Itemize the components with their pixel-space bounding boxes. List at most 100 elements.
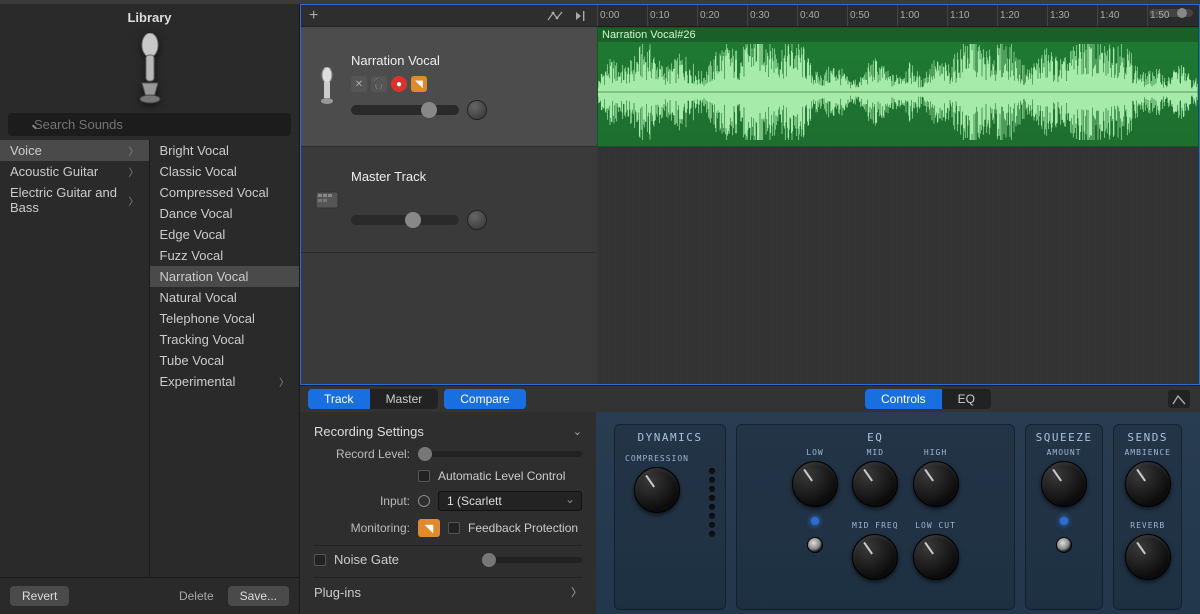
fx-group-squeeze: SQUEEZE AMOUNT: [1025, 424, 1104, 610]
recording-settings-header[interactable]: Recording Settings ⌄: [314, 420, 582, 443]
ruler-tick: 0:40: [797, 5, 819, 26]
microphone-icon: [132, 33, 168, 105]
fx-group-dynamics: DYNAMICS COMPRESSION: [614, 424, 726, 610]
library-patch-column: Bright Vocal Classic Vocal Compressed Vo…: [150, 140, 300, 577]
feedback-protection-checkbox[interactable]: [448, 522, 460, 534]
input-channel-icon[interactable]: [418, 495, 430, 507]
save-button[interactable]: Save...: [228, 586, 289, 606]
library-patch[interactable]: Telephone Vocal: [150, 308, 300, 329]
chevron-right-icon: 〉: [129, 193, 139, 208]
noise-gate-slider[interactable]: [482, 557, 582, 563]
chevron-right-icon: 〉: [129, 164, 139, 179]
squeeze-jack-icon: [1056, 537, 1072, 553]
squeeze-led-icon: [1060, 517, 1068, 525]
eq-lowcut-knob[interactable]: [913, 534, 959, 580]
feedback-protection-label: Feedback Protection: [468, 521, 578, 535]
ruler-tick: 0:30: [747, 5, 769, 26]
inspector-settings-icon[interactable]: [1168, 390, 1190, 408]
library-category-electric-guitar-bass[interactable]: Electric Guitar and Bass〉: [0, 182, 149, 218]
timeline-ruler[interactable]: 0:000:100:200:300:400:501:001:101:201:30…: [597, 5, 1199, 27]
library-patch[interactable]: Dance Vocal: [150, 203, 300, 224]
track-name: Master Track: [351, 169, 585, 184]
ruler-tick: 1:10: [947, 5, 969, 26]
dynamics-meter: [709, 454, 715, 537]
track-icon-master: [313, 191, 341, 209]
record-level-slider[interactable]: [418, 451, 582, 457]
track-row-narration[interactable]: Narration Vocal ✕ 🎧 ● ◥: [301, 27, 597, 147]
chevron-right-icon: 〉: [129, 143, 139, 158]
arrange-area[interactable]: 0:000:100:200:300:400:501:001:101:201:30…: [597, 5, 1199, 384]
input-monitor-button[interactable]: ◥: [411, 76, 427, 92]
ruler-tick: 0:10: [647, 5, 669, 26]
eq-led-icon: [811, 517, 819, 525]
revert-button[interactable]: Revert: [10, 586, 69, 606]
waveform-icon: [598, 42, 1198, 142]
audio-region[interactable]: Narration Vocal#26: [597, 27, 1199, 147]
add-track-button[interactable]: +: [309, 7, 318, 25]
track-header-list: + Narration Vocal: [301, 5, 597, 384]
patch-preview-image: [0, 29, 299, 109]
noise-gate-label: Noise Gate: [334, 552, 399, 567]
library-patch[interactable]: Experimental〉: [150, 371, 300, 392]
ruler-tick: 0:50: [847, 5, 869, 26]
library-patch[interactable]: Fuzz Vocal: [150, 245, 300, 266]
solo-headphones-button[interactable]: 🎧: [371, 76, 387, 92]
ruler-tick: 0:00: [597, 5, 619, 26]
library-category-acoustic-guitar[interactable]: Acoustic Guitar〉: [0, 161, 149, 182]
library-category-voice[interactable]: Voice〉: [0, 140, 149, 161]
library-title: Library: [0, 4, 299, 29]
eq-low-knob[interactable]: [792, 461, 838, 507]
library-patch[interactable]: Classic Vocal: [150, 161, 300, 182]
automation-toggle-icon[interactable]: [547, 8, 563, 24]
library-patch[interactable]: Edge Vocal: [150, 224, 300, 245]
track-row-master[interactable]: Master Track: [301, 147, 597, 253]
chevron-right-icon: 〉: [571, 584, 582, 600]
volume-slider[interactable]: [351, 215, 459, 225]
library-patch[interactable]: Bright Vocal: [150, 140, 300, 161]
record-enable-button[interactable]: ●: [391, 76, 407, 92]
library-patch[interactable]: Tracking Vocal: [150, 329, 300, 350]
catch-playhead-icon[interactable]: [573, 8, 589, 24]
pan-knob[interactable]: [467, 100, 487, 120]
auto-level-checkbox[interactable]: [418, 470, 430, 482]
squeeze-amount-knob[interactable]: [1041, 461, 1087, 507]
tab-eq[interactable]: EQ: [942, 389, 991, 409]
track-name: Narration Vocal: [351, 53, 585, 68]
pan-knob[interactable]: [467, 210, 487, 230]
library-patch[interactable]: Natural Vocal: [150, 287, 300, 308]
mute-button[interactable]: ✕: [351, 76, 367, 92]
fx-group-sends: SENDS AMBIENCE REVERB: [1113, 424, 1182, 610]
library-patch[interactable]: Tube Vocal: [150, 350, 300, 371]
volume-slider[interactable]: [351, 105, 459, 115]
tab-master[interactable]: Master: [370, 389, 439, 409]
plugins-header[interactable]: Plug-ins 〉: [314, 577, 582, 606]
monitoring-label: Monitoring:: [314, 521, 410, 535]
fx-group-eq: EQ LOW MID MID FREQ: [736, 424, 1015, 610]
chevron-down-icon: ⌄: [573, 425, 582, 438]
eq-mid-knob[interactable]: [852, 461, 898, 507]
search-icon: [8, 113, 291, 136]
tab-track[interactable]: Track: [308, 389, 370, 409]
library-panel: Library Voice〉 Acoustic Guitar〉 Electric…: [0, 4, 300, 614]
record-level-label: Record Level:: [314, 447, 410, 461]
search-sounds-input[interactable]: [8, 113, 291, 136]
ruler-tick: 1:20: [997, 5, 1019, 26]
eq-midfreq-knob[interactable]: [852, 534, 898, 580]
tab-controls[interactable]: Controls: [865, 389, 942, 409]
auto-level-label: Automatic Level Control: [438, 469, 565, 483]
monitoring-toggle[interactable]: ◥: [418, 519, 440, 537]
input-select[interactable]: 1 (Scarlett: [438, 491, 582, 511]
chevron-right-icon: 〉: [279, 374, 289, 389]
library-patch[interactable]: Compressed Vocal: [150, 182, 300, 203]
compare-button[interactable]: Compare: [444, 389, 525, 409]
delete-button[interactable]: Delete: [179, 589, 214, 603]
ruler-tick: 1:40: [1097, 5, 1119, 26]
noise-gate-checkbox[interactable]: [314, 554, 326, 566]
smart-controls-panel: Controls EQ DYNAMICS COMPRESSION: [596, 386, 1200, 614]
track-master-segment: Track Master: [308, 389, 438, 409]
library-patch-selected[interactable]: Narration Vocal: [150, 266, 300, 287]
compression-knob[interactable]: [634, 467, 680, 513]
send-reverb-knob[interactable]: [1125, 534, 1171, 580]
eq-high-knob[interactable]: [913, 461, 959, 507]
send-ambience-knob[interactable]: [1125, 461, 1171, 507]
